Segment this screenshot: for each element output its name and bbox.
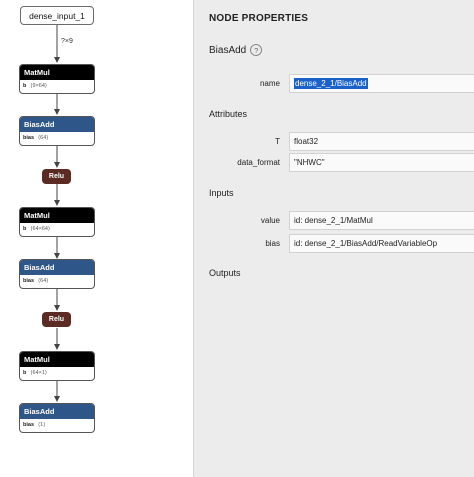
node-op-label: MatMul bbox=[20, 208, 94, 223]
node-attr: bias ⟨64⟩ bbox=[23, 278, 49, 284]
node-attr: b ⟨64×1⟩ bbox=[23, 370, 48, 376]
node-attr: b ⟨9×64⟩ bbox=[23, 83, 48, 89]
biasadd-node[interactable]: BiasAdd bias ⟨64⟩ bbox=[19, 259, 95, 289]
input-bias-field[interactable]: id: dense_2_1/BiasAdd/ReadVariableOp bbox=[289, 234, 474, 253]
matmul-node[interactable]: MatMul b ⟨64×1⟩ bbox=[19, 351, 95, 381]
input-bias-label: bias bbox=[265, 239, 280, 248]
name-field[interactable]: dense_2_1/BiasAdd bbox=[289, 74, 474, 93]
input-node[interactable]: dense_input_1 bbox=[20, 6, 94, 25]
edge-shape-label: ?×9 bbox=[61, 38, 73, 45]
name-label: name bbox=[259, 79, 280, 88]
input-value-label: value bbox=[260, 216, 280, 225]
node-op-label: BiasAdd bbox=[20, 260, 94, 275]
attr-t-value[interactable]: float32 bbox=[289, 132, 474, 151]
biasadd-node[interactable]: BiasAdd bias ⟨1⟩ bbox=[19, 403, 95, 433]
matmul-node[interactable]: MatMul b ⟨9×64⟩ bbox=[19, 64, 95, 94]
relu-node[interactable]: Relu bbox=[42, 312, 71, 327]
name-value: dense_2_1/BiasAdd bbox=[294, 78, 368, 89]
node-attr: b ⟨64×64⟩ bbox=[23, 226, 51, 232]
outputs-heading: Outputs bbox=[209, 268, 241, 278]
node-op-label: BiasAdd bbox=[20, 117, 94, 132]
node-attr: bias ⟨64⟩ bbox=[23, 135, 49, 141]
help-icon[interactable]: ? bbox=[250, 44, 263, 56]
op-name: BiasAdd bbox=[209, 44, 247, 56]
attr-t-label: T bbox=[275, 137, 280, 146]
node-properties-panel: NODE PROPERTIES BiasAdd ? name dense_2_1… bbox=[193, 0, 474, 477]
biasadd-node[interactable]: BiasAdd bias ⟨64⟩ bbox=[19, 116, 95, 146]
panel-title: NODE PROPERTIES bbox=[209, 13, 309, 24]
matmul-node[interactable]: MatMul b ⟨64×64⟩ bbox=[19, 207, 95, 237]
attr-data-format-value[interactable]: "NHWC" bbox=[289, 153, 474, 172]
node-op-label: MatMul bbox=[20, 352, 94, 367]
input-value-field[interactable]: id: dense_2_1/MatMul bbox=[289, 211, 474, 230]
attr-data-format-label: data_format bbox=[237, 158, 280, 167]
node-op-label: BiasAdd bbox=[20, 404, 94, 419]
node-op-label: MatMul bbox=[20, 65, 94, 80]
relu-node[interactable]: Relu bbox=[42, 169, 71, 184]
op-title: BiasAdd ? bbox=[209, 44, 263, 56]
graph-canvas[interactable]: dense_input_1 ?×9 MatMul b ⟨9×64⟩ BiasAdd… bbox=[0, 0, 193, 477]
node-attr: bias ⟨1⟩ bbox=[23, 422, 46, 428]
inputs-heading: Inputs bbox=[209, 188, 234, 198]
attributes-heading: Attributes bbox=[209, 109, 248, 119]
